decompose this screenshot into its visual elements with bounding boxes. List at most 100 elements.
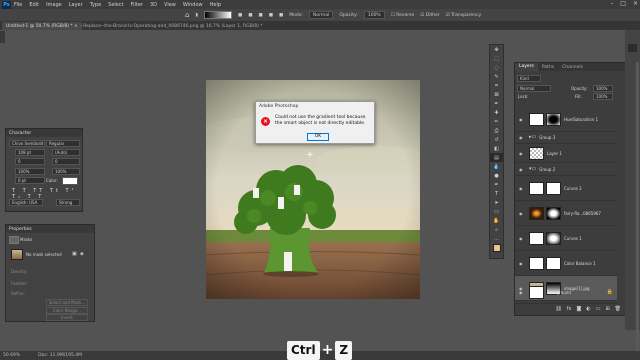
close-icon[interactable]: × <box>633 0 638 7</box>
pixel-mask-icon[interactable] <box>9 236 19 244</box>
layer-row[interactable]: ◉ fairy-fla...0865967 <box>515 201 617 226</box>
tab-paths[interactable]: Paths <box>538 65 558 70</box>
eraser-tool-icon[interactable]: ◧ <box>490 144 503 153</box>
trash-icon[interactable]: 🗑 <box>615 306 621 314</box>
angle-gradient-icon[interactable]: ■ <box>258 13 262 18</box>
menu-3d[interactable]: 3D <box>150 2 157 8</box>
layer-row[interactable]: ◉ Curves 1 <box>515 226 617 251</box>
menu-type[interactable]: Type <box>90 2 101 8</box>
text-color-swatch[interactable] <box>62 177 78 185</box>
horizontal-scale-field[interactable]: 100% <box>52 168 80 175</box>
add-pixel-mask-icon[interactable]: ▣ <box>72 251 77 257</box>
language-select[interactable]: English: USA <box>9 199 43 206</box>
layer-row[interactable]: ◉ Layer 1 <box>515 144 617 163</box>
history-brush-tool-icon[interactable]: ↺ <box>490 135 503 144</box>
eye-icon[interactable]: ◉ <box>519 261 525 266</box>
color-swatches-icon[interactable] <box>490 243 503 252</box>
eye-icon[interactable]: ◉ <box>519 117 525 122</box>
layer-row[interactable]: ◉ Hue/Saturation 1 <box>515 107 617 132</box>
hand-tool-icon[interactable]: ✋ <box>490 216 503 225</box>
fx-icon[interactable]: fx <box>567 306 572 314</box>
brush-tool-icon[interactable]: ✏ <box>490 117 503 126</box>
marquee-tool-icon[interactable]: ⬚ <box>490 54 503 63</box>
menu-select[interactable]: Select <box>108 2 123 8</box>
collapse-panels-icon[interactable] <box>628 44 637 52</box>
layer-row[interactable]: ◉ Curves 2 <box>515 176 617 201</box>
menu-file[interactable]: File <box>14 2 22 8</box>
new-group-icon[interactable]: ▭ <box>596 306 601 314</box>
gradient-tool-icon-active[interactable]: ▤ <box>490 153 503 162</box>
move-tool-icon[interactable]: ✥ <box>490 45 503 54</box>
eyedropper-tool-icon[interactable]: ✒ <box>490 99 503 108</box>
linear-gradient-icon[interactable]: ■ <box>238 13 242 18</box>
type-tool-icon[interactable]: T <box>490 189 503 198</box>
leading-field[interactable]: (Auto) <box>52 149 80 156</box>
baseline-field[interactable]: 0 pt <box>15 177 45 184</box>
zoom-tool-icon[interactable]: ⌕ <box>490 225 503 234</box>
tab-character[interactable]: Character <box>6 129 82 137</box>
blend-mode-select[interactable]: Normal <box>517 85 551 92</box>
gradient-tool-icon[interactable]: ▮ <box>195 13 197 18</box>
menu-window[interactable]: Window <box>183 2 203 8</box>
select-and-mask-button[interactable]: Select and Mask... <box>46 299 88 306</box>
eye-icon[interactable]: ◉ <box>519 186 525 191</box>
tab-properties[interactable]: Properties <box>6 225 94 233</box>
menu-image[interactable]: Image <box>46 2 62 8</box>
layer-row[interactable]: ◉ Color Balance 1 <box>515 251 617 276</box>
path-select-tool-icon[interactable]: ➤ <box>490 198 503 207</box>
kerning-field[interactable]: 0 <box>15 158 45 165</box>
font-family-select[interactable]: Chivo Semibold <box>9 140 45 147</box>
reflected-gradient-icon[interactable]: ■ <box>269 13 273 18</box>
zoom-level[interactable]: 50.69% <box>3 353 20 358</box>
frame-tool-icon[interactable]: ⊠ <box>490 90 503 99</box>
healing-brush-tool-icon[interactable]: ✚ <box>490 108 503 117</box>
adjustment-icon[interactable]: ◐ <box>586 306 590 314</box>
add-vector-mask-icon[interactable]: ◈ <box>80 251 84 257</box>
tab-replace-document[interactable]: --Replace--the-Brand-Is-Operating-and_00… <box>80 22 263 30</box>
scrollbar[interactable] <box>636 62 639 352</box>
color-range-button[interactable]: Color Range... <box>46 307 88 314</box>
eye-icon[interactable]: ◉ <box>519 151 525 156</box>
add-mask-icon[interactable]: ◙ <box>576 306 581 314</box>
lasso-tool-icon[interactable]: ◌ <box>490 63 503 72</box>
layer-filter-kind[interactable]: Kind <box>517 75 541 82</box>
link-icon[interactable]: ⛓ <box>555 306 561 314</box>
layer-row[interactable]: ◉ ▾▭ Group 2 <box>515 163 617 176</box>
fill-field[interactable]: 100% <box>593 93 613 100</box>
menu-help[interactable]: Help <box>210 2 221 8</box>
tracking-field[interactable]: 0 <box>52 158 80 165</box>
blur-tool-icon[interactable]: 💧 <box>490 162 503 171</box>
reverse-checkbox[interactable]: ☐ Reverse <box>391 13 415 18</box>
crop-tool-icon[interactable]: ⌗ <box>490 81 503 90</box>
new-layer-icon[interactable]: ⊞ <box>605 306 609 314</box>
maximize-icon[interactable]: □ <box>620 0 626 7</box>
eye-icon[interactable]: ◉ <box>519 290 525 295</box>
tab-channels[interactable]: Channels <box>558 65 587 70</box>
vertical-scale-field[interactable]: 100% <box>15 168 45 175</box>
more-tools-icon[interactable]: … <box>490 234 503 243</box>
eye-icon[interactable]: ◉ <box>519 211 525 216</box>
eye-icon[interactable]: ◉ <box>519 167 525 172</box>
quick-select-tool-icon[interactable]: ✎ <box>490 72 503 81</box>
tab-untitled-1[interactable]: Untitled-1 @ 50.7% (RGB/8) * × <box>2 22 82 30</box>
menu-edit[interactable]: Edit <box>29 2 39 8</box>
mode-select[interactable]: Normal <box>309 11 334 19</box>
gradient-picker[interactable] <box>203 11 232 19</box>
anti-alias-select[interactable]: Strong <box>56 199 80 206</box>
transparency-checkbox[interactable]: ☑ Transparency <box>446 13 481 18</box>
menu-filter[interactable]: Filter <box>131 2 143 8</box>
menu-view[interactable]: View <box>164 2 176 8</box>
diamond-gradient-icon[interactable]: ■ <box>279 13 283 18</box>
dither-checkbox[interactable]: ☑ Dither <box>420 13 439 18</box>
minimize-icon[interactable]: – <box>610 0 613 7</box>
font-size-field[interactable]: 108 pt <box>15 149 45 156</box>
shape-tool-icon[interactable]: ▭ <box>490 207 503 216</box>
invert-button[interactable]: Invert <box>46 314 88 321</box>
pen-tool-icon[interactable]: ✒ <box>490 180 503 189</box>
dodge-tool-icon[interactable]: ● <box>490 171 503 180</box>
tab-layers[interactable]: Layers <box>515 63 538 71</box>
menu-layer[interactable]: Layer <box>69 2 83 8</box>
opacity-field[interactable]: 100% <box>363 11 385 19</box>
radial-gradient-icon[interactable]: ■ <box>248 13 252 18</box>
left-toolbar-collapsed[interactable] <box>0 31 5 43</box>
